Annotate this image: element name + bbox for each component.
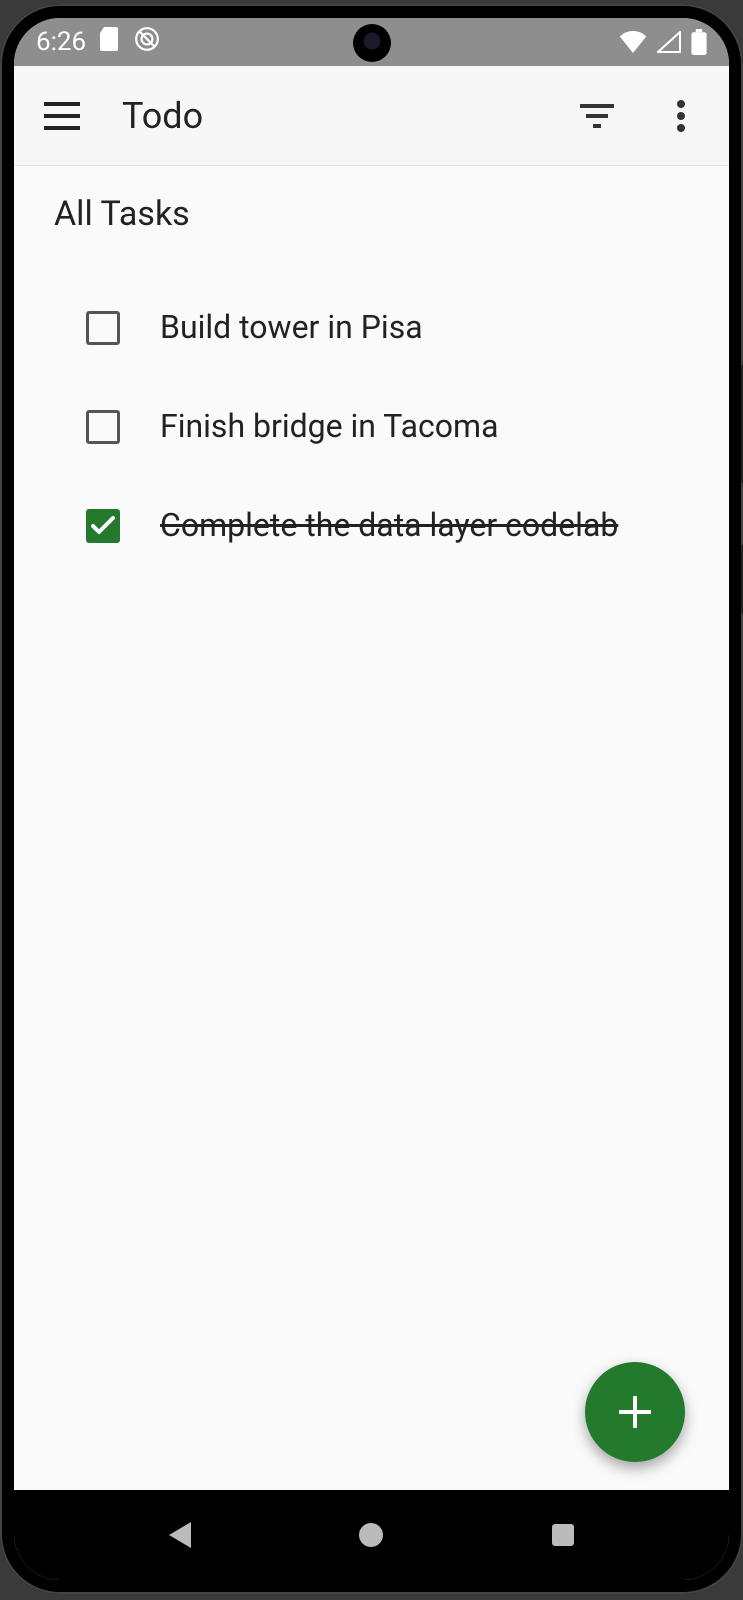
back-triangle-icon [167, 1520, 193, 1550]
more-button[interactable] [657, 92, 705, 140]
task-row[interactable]: Build tower in Pisa [50, 278, 693, 377]
wifi-icon [619, 31, 647, 53]
content-area: All Tasks Build tower in Pisa Finish bri… [14, 166, 729, 1490]
nav-recents-button[interactable] [528, 1510, 598, 1560]
filter-button[interactable] [573, 92, 621, 140]
task-label: Complete the data layer codelab [160, 504, 618, 547]
task-row[interactable]: Finish bridge in Tacoma [50, 377, 693, 476]
sd-card-icon [100, 27, 120, 58]
task-label: Build tower in Pisa [160, 306, 423, 349]
plus-icon [615, 1392, 655, 1432]
home-circle-icon [358, 1522, 384, 1548]
do-not-disturb-icon [134, 26, 160, 59]
check-icon [91, 516, 115, 536]
menu-button[interactable] [38, 92, 86, 140]
task-row[interactable]: Complete the data layer codelab [50, 476, 693, 575]
task-checkbox[interactable] [86, 509, 120, 543]
section-title: All Tasks [54, 194, 693, 234]
status-time: 6:26 [36, 27, 86, 57]
task-checkbox[interactable] [86, 311, 120, 345]
hamburger-icon [44, 102, 80, 130]
system-nav-bar [14, 1490, 729, 1580]
add-task-fab[interactable] [585, 1362, 685, 1462]
device-frame: 6:26 [0, 4, 743, 1594]
task-checkbox[interactable] [86, 410, 120, 444]
app-title: Todo [122, 95, 203, 137]
nav-home-button[interactable] [336, 1510, 406, 1560]
screen: 6:26 [14, 18, 729, 1580]
filter-icon [580, 104, 614, 128]
nav-back-button[interactable] [145, 1510, 215, 1560]
camera-notch [353, 24, 391, 62]
signal-icon [657, 31, 681, 53]
app-bar: Todo [14, 66, 729, 166]
recents-square-icon [551, 1523, 575, 1547]
task-label: Finish bridge in Tacoma [160, 405, 498, 448]
more-vert-icon [677, 100, 685, 132]
battery-icon [691, 29, 707, 55]
